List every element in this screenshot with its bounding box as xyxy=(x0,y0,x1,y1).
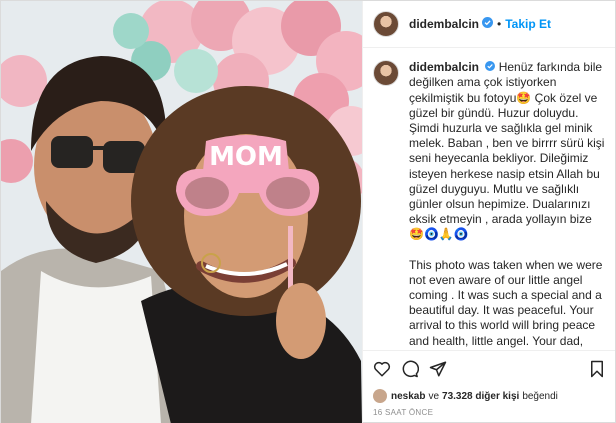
bookmark-icon[interactable] xyxy=(589,360,605,378)
follow-button[interactable]: Takip Et xyxy=(505,17,551,31)
header-separator: • xyxy=(497,17,502,31)
post-timestamp[interactable]: 16 SAAT ÖNCE xyxy=(363,406,615,423)
mom-prop-text: MOM xyxy=(209,142,283,172)
likes-summary: neskab ve 73.328 diğer kişi beğendi xyxy=(363,386,615,406)
likes-count[interactable]: 73.328 diğer kişi xyxy=(442,391,519,402)
verified-badge-icon xyxy=(482,15,494,33)
likes-suffix: beğendi xyxy=(522,390,558,402)
liker-username[interactable]: neskab xyxy=(391,391,425,402)
caption-verified-badge-icon xyxy=(485,60,496,75)
woman-figure: MOM xyxy=(131,86,362,423)
caption-paragraph-en: This photo was taken when we were not ev… xyxy=(409,257,603,350)
share-icon[interactable] xyxy=(429,360,447,378)
post-photo[interactable]: MOM xyxy=(1,1,362,423)
author-username[interactable]: didembalcin xyxy=(409,17,479,31)
photo-illustration: MOM xyxy=(1,1,362,423)
comment-icon[interactable] xyxy=(401,360,419,378)
heart-icon[interactable] xyxy=(373,360,391,378)
caption-username[interactable]: didembalcin xyxy=(409,60,479,74)
caption-area: didembalcin Henüz farkında bile değilken… xyxy=(363,48,615,350)
caption-text: didembalcin Henüz farkında bile değilken… xyxy=(409,60,605,350)
post-sidebar: didembalcin • Takip Et didembalcin Henüz… xyxy=(362,1,615,423)
caption-paragraph-tr: Henüz farkında bile değilken ama çok ist… xyxy=(409,60,605,242)
author-avatar[interactable] xyxy=(373,11,399,37)
likes-connector: ve xyxy=(428,390,440,402)
caption-author-avatar[interactable] xyxy=(373,60,399,86)
liker-avatar xyxy=(373,389,387,403)
post-header: didembalcin • Takip Et xyxy=(363,1,615,48)
instagram-post: MOM didembalcin • Takip Et didembalcin H… xyxy=(0,0,616,423)
action-bar xyxy=(363,350,615,386)
